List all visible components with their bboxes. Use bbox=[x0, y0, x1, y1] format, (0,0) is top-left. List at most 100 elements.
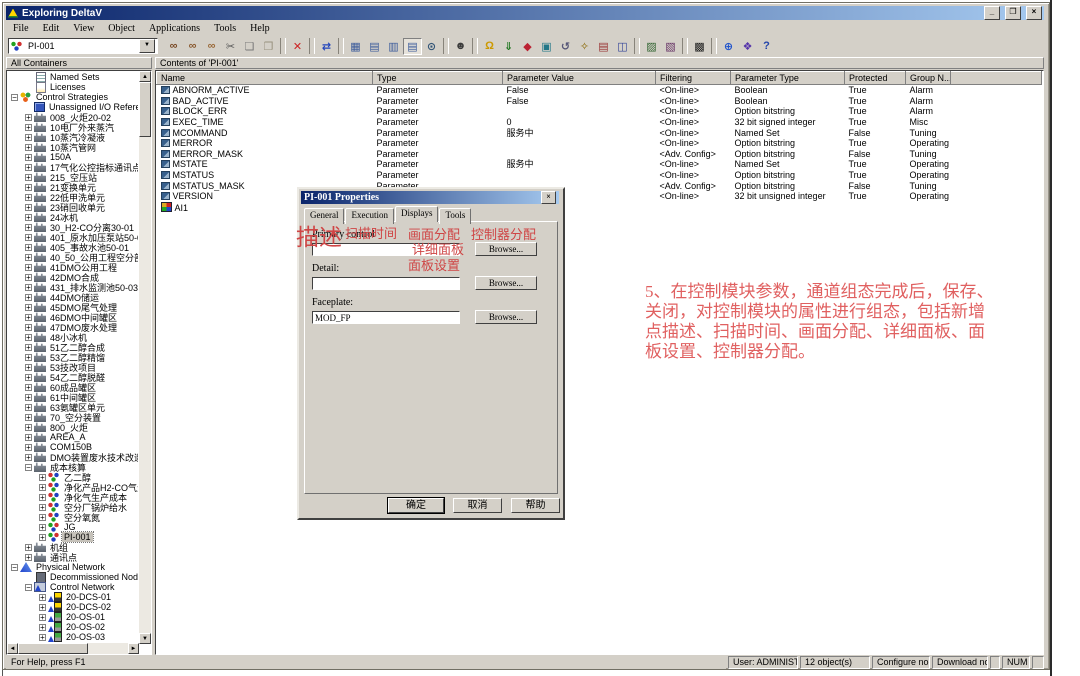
tree-expander-icon[interactable]: + bbox=[25, 164, 32, 171]
tree-expander-icon[interactable]: + bbox=[39, 534, 46, 541]
toolbar-button[interactable] bbox=[338, 38, 344, 54]
text-input[interactable]: MOD_FP bbox=[312, 311, 460, 324]
delete-icon[interactable]: ✕ bbox=[288, 38, 307, 55]
tree-expander-icon[interactable]: + bbox=[25, 374, 32, 381]
minimize-button[interactable]: _ bbox=[984, 6, 1000, 20]
tree-item[interactable]: + PI-001 bbox=[7, 532, 138, 542]
tree-expander-icon[interactable]: + bbox=[25, 234, 32, 241]
scroll-down-button[interactable]: ▼ bbox=[139, 633, 151, 644]
close-button[interactable]: × bbox=[1026, 6, 1042, 20]
scroll-right-button[interactable]: ► bbox=[128, 643, 139, 654]
browse-button[interactable]: Browse... bbox=[475, 242, 537, 256]
picture-icon[interactable]: ▣ bbox=[537, 38, 556, 55]
explore-unassigned-icon[interactable]: ∞ bbox=[202, 38, 221, 55]
tree-item-label[interactable]: AREA_A bbox=[48, 432, 88, 442]
tree-item-label[interactable]: 20-OS-02 bbox=[64, 622, 107, 632]
menu-item[interactable]: Tools bbox=[207, 23, 243, 34]
tree-item[interactable]: + AREA_A bbox=[7, 432, 138, 442]
column-header[interactable]: Group N... bbox=[906, 72, 951, 85]
tree-horizontal-scrollbar[interactable]: ◄ ► bbox=[7, 643, 139, 654]
tree-expander-icon[interactable]: + bbox=[25, 134, 32, 141]
tree-expander-icon[interactable]: + bbox=[39, 484, 46, 491]
tree-expander-icon[interactable]: + bbox=[39, 474, 46, 481]
tree-item[interactable]: − Control Strategies bbox=[7, 92, 138, 102]
tree-expander-icon[interactable]: + bbox=[25, 144, 32, 151]
tree-expander-icon[interactable]: − bbox=[11, 94, 18, 101]
context-help-icon[interactable]: ? bbox=[757, 38, 776, 55]
tree-expander-icon[interactable]: + bbox=[25, 334, 32, 341]
tree-expander-icon[interactable]: + bbox=[39, 504, 46, 511]
tree-item-label[interactable]: Physical Network bbox=[34, 562, 107, 572]
batch-icon[interactable]: ▩ bbox=[690, 38, 709, 55]
menu-item[interactable]: Object bbox=[101, 23, 142, 34]
menu-item[interactable]: Edit bbox=[36, 23, 67, 34]
explore-assigned-icon[interactable]: ∞ bbox=[183, 38, 202, 55]
diagnostics-icon[interactable]: ◆ bbox=[518, 38, 537, 55]
tree-expander-icon[interactable]: + bbox=[25, 284, 32, 291]
menu-item[interactable]: File bbox=[6, 23, 36, 34]
tree-item[interactable]: + 20-DCS-02 bbox=[7, 602, 138, 612]
table-row[interactable]: AI1 bbox=[157, 202, 1042, 213]
tree-item[interactable]: Licenses bbox=[7, 82, 138, 92]
tree-expander-icon[interactable]: + bbox=[25, 264, 32, 271]
browse-button[interactable]: Browse... bbox=[475, 276, 537, 290]
dialog-button[interactable]: 确定 bbox=[388, 498, 444, 513]
table-row[interactable]: BLOCK_ERR Parameter <On-line> Option bit… bbox=[157, 106, 1042, 117]
tree-expander-icon[interactable]: + bbox=[25, 304, 32, 311]
tree-expander-icon[interactable]: − bbox=[25, 584, 32, 591]
tree-expander-icon[interactable]: + bbox=[39, 494, 46, 501]
toolbar-button[interactable] bbox=[634, 38, 640, 54]
security-icon[interactable]: ✧ bbox=[575, 38, 594, 55]
tree-expander-icon[interactable]: + bbox=[25, 404, 32, 411]
tree-expander-icon[interactable]: + bbox=[25, 394, 32, 401]
small-icons-view-icon[interactable]: ▤ bbox=[365, 38, 384, 55]
tree-expander-icon[interactable]: + bbox=[25, 274, 32, 281]
toolbar-button[interactable] bbox=[682, 38, 688, 54]
tree-expander-icon[interactable]: + bbox=[39, 624, 46, 631]
tree-expander-icon[interactable]: + bbox=[25, 154, 32, 161]
tree-expander-icon[interactable]: + bbox=[25, 324, 32, 331]
scroll-left-button[interactable]: ◄ bbox=[7, 643, 18, 654]
tree-item[interactable]: + 20-OS-03 bbox=[7, 632, 138, 642]
tree-expander-icon[interactable]: + bbox=[39, 614, 46, 621]
list-view-icon[interactable]: ▥ bbox=[384, 38, 403, 55]
tree-expander-icon[interactable]: + bbox=[25, 224, 32, 231]
tree-expander-icon[interactable]: − bbox=[25, 464, 32, 471]
tree-expander-icon[interactable]: + bbox=[25, 194, 32, 201]
tree-expander-icon[interactable]: + bbox=[25, 544, 32, 551]
tree-item-label[interactable]: 20-OS-03 bbox=[64, 632, 107, 642]
tree-item[interactable]: + 20-OS-01 bbox=[7, 612, 138, 622]
table-row[interactable]: EXEC_TIME Parameter 0 <On-line> 32 bit s… bbox=[157, 117, 1042, 128]
tree-expander-icon[interactable]: + bbox=[39, 514, 46, 521]
browse-button[interactable]: Browse... bbox=[475, 310, 537, 324]
history-icon[interactable]: ↺ bbox=[556, 38, 575, 55]
scrollbar-thumb[interactable] bbox=[139, 82, 151, 137]
dialog-tab[interactable]: Execution bbox=[345, 208, 394, 224]
tree-item[interactable]: + 通讯点 bbox=[7, 552, 138, 562]
export-icon[interactable]: ◫ bbox=[613, 38, 632, 55]
tree-expander-icon[interactable]: + bbox=[25, 124, 32, 131]
tree-expander-icon[interactable]: + bbox=[25, 434, 32, 441]
toolbar-button[interactable] bbox=[472, 38, 478, 54]
column-header[interactable]: Filtering bbox=[656, 72, 731, 85]
large-icons-view-icon[interactable]: ▦ bbox=[346, 38, 365, 55]
tree-expander-icon[interactable]: + bbox=[25, 444, 32, 451]
copy-icon[interactable]: ❏ bbox=[240, 38, 259, 55]
table-row[interactable]: MCOMMAND Parameter 服务中 <On-line> Named S… bbox=[157, 127, 1042, 138]
object-combobox[interactable]: PI-001 ▼ bbox=[8, 38, 158, 54]
scrollbar-thumb-horizontal[interactable] bbox=[18, 643, 88, 654]
text-input[interactable] bbox=[312, 277, 460, 290]
combobox-dropdown-icon[interactable]: ▼ bbox=[139, 39, 155, 53]
tree-expander-icon[interactable]: + bbox=[25, 384, 32, 391]
explore-icon[interactable]: ∞ bbox=[164, 38, 183, 55]
menu-item[interactable]: View bbox=[66, 23, 101, 34]
tree-expander-icon[interactable]: + bbox=[39, 604, 46, 611]
tree-item[interactable]: + 10蒸汽管网 bbox=[7, 142, 138, 152]
table-row[interactable]: MSTATUS Parameter <On-line> Option bitst… bbox=[157, 170, 1042, 181]
details-view-icon[interactable]: ▤ bbox=[403, 38, 422, 55]
dialog-button[interactable]: 取消 bbox=[453, 498, 502, 513]
references-icon[interactable]: ▤ bbox=[594, 38, 613, 55]
tree-expander-icon[interactable]: + bbox=[39, 524, 46, 531]
paste-icon[interactable]: ❐ bbox=[259, 38, 278, 55]
tree-item[interactable]: + 空分氧氮 bbox=[7, 512, 138, 522]
